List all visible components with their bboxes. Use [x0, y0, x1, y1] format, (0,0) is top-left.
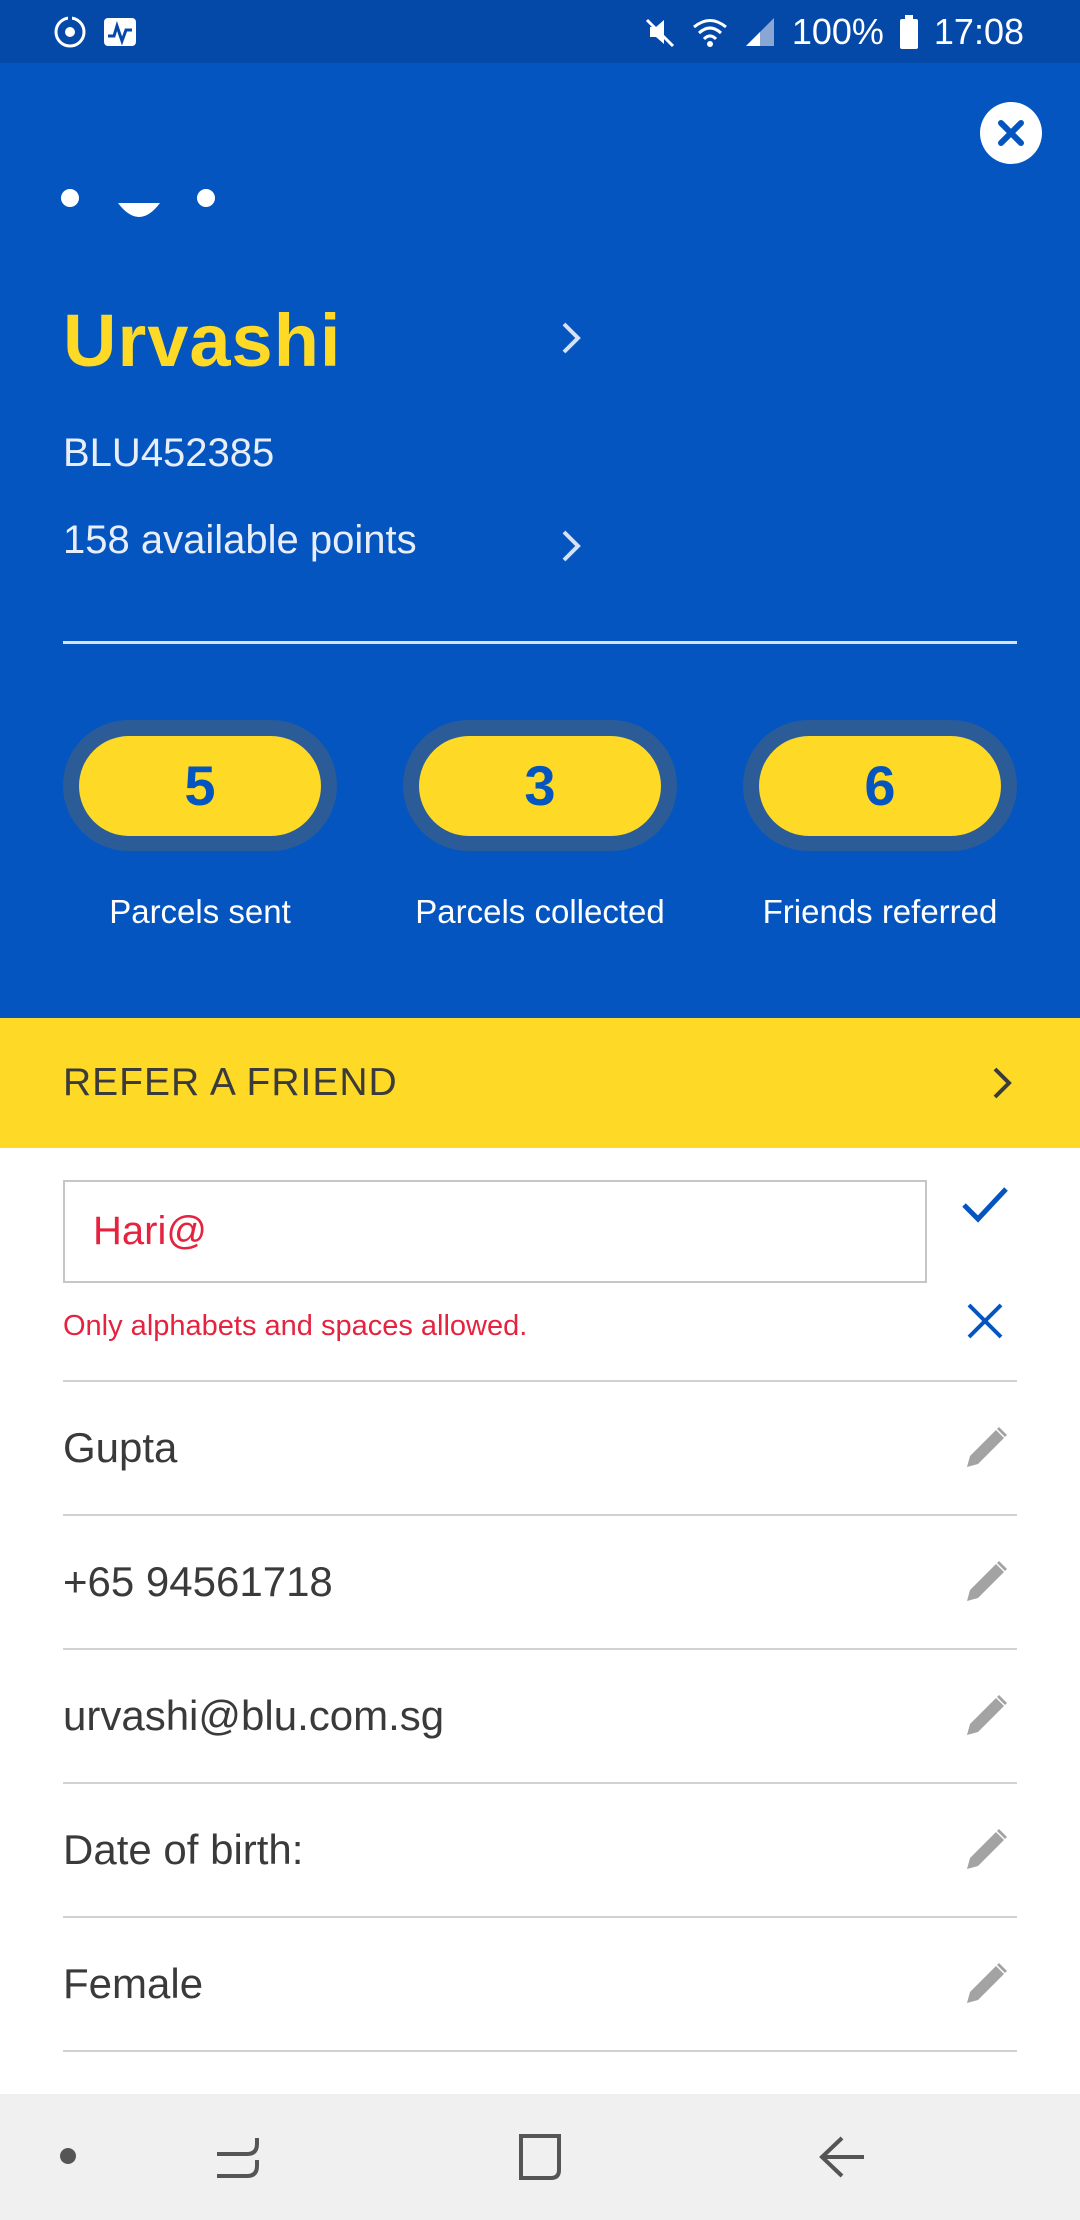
field-value: Female [63, 1960, 204, 2007]
close-icon [998, 120, 1024, 146]
gender-row[interactable]: Female [63, 1916, 1017, 2050]
stat-value: 6 [759, 735, 1001, 836]
profile-header: Urvashi BLU452385 158 available points 5… [0, 63, 1080, 1018]
dot-indicator-icon [60, 2148, 76, 2164]
battery-icon [899, 14, 918, 49]
close-button[interactable] [980, 102, 1042, 164]
available-points[interactable]: 158 available points [63, 518, 417, 563]
mute-icon [645, 18, 674, 47]
divider [63, 641, 1017, 644]
field-value: Date of birth: [63, 1826, 304, 1873]
check-icon[interactable] [960, 1185, 1010, 1225]
chevron-right-icon [993, 1067, 1012, 1099]
member-id: BLU452385 [63, 431, 275, 475]
edit-pencil-icon[interactable] [961, 1691, 1011, 1741]
stat-parcels-sent: 5 Parcels sent [63, 720, 337, 931]
user-name[interactable]: Urvashi [63, 298, 341, 383]
clock: 17:08 [933, 10, 1024, 52]
first-name-input[interactable] [63, 1180, 927, 1283]
back-icon[interactable] [818, 2132, 868, 2182]
stat-label: Parcels collected [415, 893, 665, 930]
phone-row[interactable]: +65 94561718 [63, 1514, 1017, 1648]
stat-parcels-collected: 3 Parcels collected [403, 720, 677, 931]
status-bar: 100% 17:08 [0, 0, 1080, 63]
chevron-right-icon[interactable] [558, 318, 586, 358]
refer-label: REFER A FRIEND [63, 1061, 398, 1104]
sync-icon [54, 15, 86, 47]
stat-badge-ring: 6 [743, 720, 1017, 851]
stat-value: 3 [419, 735, 661, 836]
date-of-birth-row[interactable]: Date of birth: [63, 1782, 1017, 1916]
edit-pencil-icon[interactable] [961, 1959, 1011, 2009]
activity-icon [104, 17, 136, 46]
edit-pencil-icon[interactable] [961, 1825, 1011, 1875]
system-nav-bar [0, 2094, 1080, 2220]
last-name-row[interactable]: Gupta [63, 1380, 1017, 1514]
signal-icon [745, 17, 774, 46]
brand-logo-icon [61, 189, 215, 217]
edit-pencil-icon[interactable] [961, 1423, 1011, 1473]
wifi-icon [692, 18, 727, 47]
stat-badge-ring: 5 [63, 720, 337, 851]
divider [63, 2050, 1017, 2052]
home-icon[interactable] [515, 2132, 565, 2182]
stat-label: Friends referred [762, 893, 998, 930]
field-value: +65 94561718 [63, 1558, 333, 1605]
stat-value: 5 [79, 735, 321, 836]
stat-badge-ring: 3 [403, 720, 677, 851]
email-row[interactable]: urvashi@blu.com.sg [63, 1648, 1017, 1782]
field-value: urvashi@blu.com.sg [63, 1692, 445, 1739]
stat-label: Parcels sent [109, 893, 291, 930]
refer-a-friend-button[interactable]: REFER A FRIEND [0, 1018, 1080, 1148]
field-value: Gupta [63, 1424, 178, 1471]
stat-friends-referred: 6 Friends referred [743, 720, 1017, 931]
chevron-right-icon[interactable] [558, 526, 586, 566]
edit-pencil-icon[interactable] [961, 1557, 1011, 1607]
battery-percent: 100% [791, 10, 884, 52]
app-screen: 100% 17:08 Urvashi BLU452385 158 availab… [0, 0, 1080, 2220]
recent-apps-icon[interactable] [213, 2132, 263, 2182]
validation-error: Only alphabets and spaces allowed. [63, 1310, 528, 1342]
close-icon[interactable] [966, 1302, 1004, 1340]
